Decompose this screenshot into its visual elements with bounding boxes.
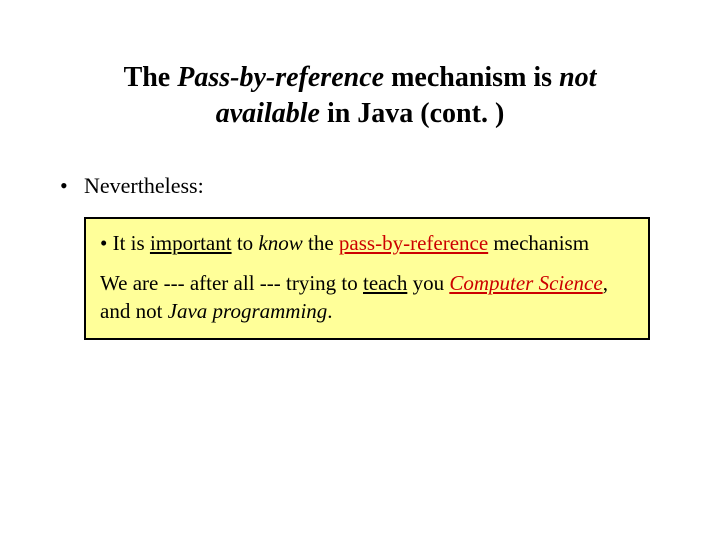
title-text-1: The <box>124 62 178 93</box>
p1-f: pass-by-reference <box>339 231 488 255</box>
highlight-box: • It is important to know the pass-by-re… <box>84 217 650 340</box>
bullet-dot-icon: • <box>60 173 84 199</box>
p2-a: We are --- after all --- trying to <box>100 271 363 295</box>
bullet-nevertheless: •Nevertheless: <box>50 173 670 199</box>
title-text-5: in Java (cont. ) <box>320 98 504 129</box>
box-paragraph-1: • It is important to know the pass-by-re… <box>100 229 634 257</box>
p2-f: Java programming <box>168 299 328 323</box>
slide: The Pass-by-reference mechanism is not a… <box>0 0 720 540</box>
p1-e: the <box>303 231 339 255</box>
p1-b: important <box>150 231 232 255</box>
title-text-2: Pass-by-reference <box>177 62 384 93</box>
p1-c: to <box>232 231 259 255</box>
p2-c: you <box>407 271 449 295</box>
p1-d: know <box>258 231 302 255</box>
p1-g: mechanism <box>488 231 589 255</box>
p2-d: Computer Science <box>449 271 602 295</box>
title-text-3: mechanism is <box>384 62 559 93</box>
p2-g: . <box>327 299 332 323</box>
p1-a: • It is <box>100 231 150 255</box>
box-paragraph-2: We are --- after all --- trying to teach… <box>100 269 634 326</box>
p2-b: teach <box>363 271 407 295</box>
slide-title: The Pass-by-reference mechanism is not a… <box>50 60 670 133</box>
bullet-text: Nevertheless: <box>84 173 204 198</box>
